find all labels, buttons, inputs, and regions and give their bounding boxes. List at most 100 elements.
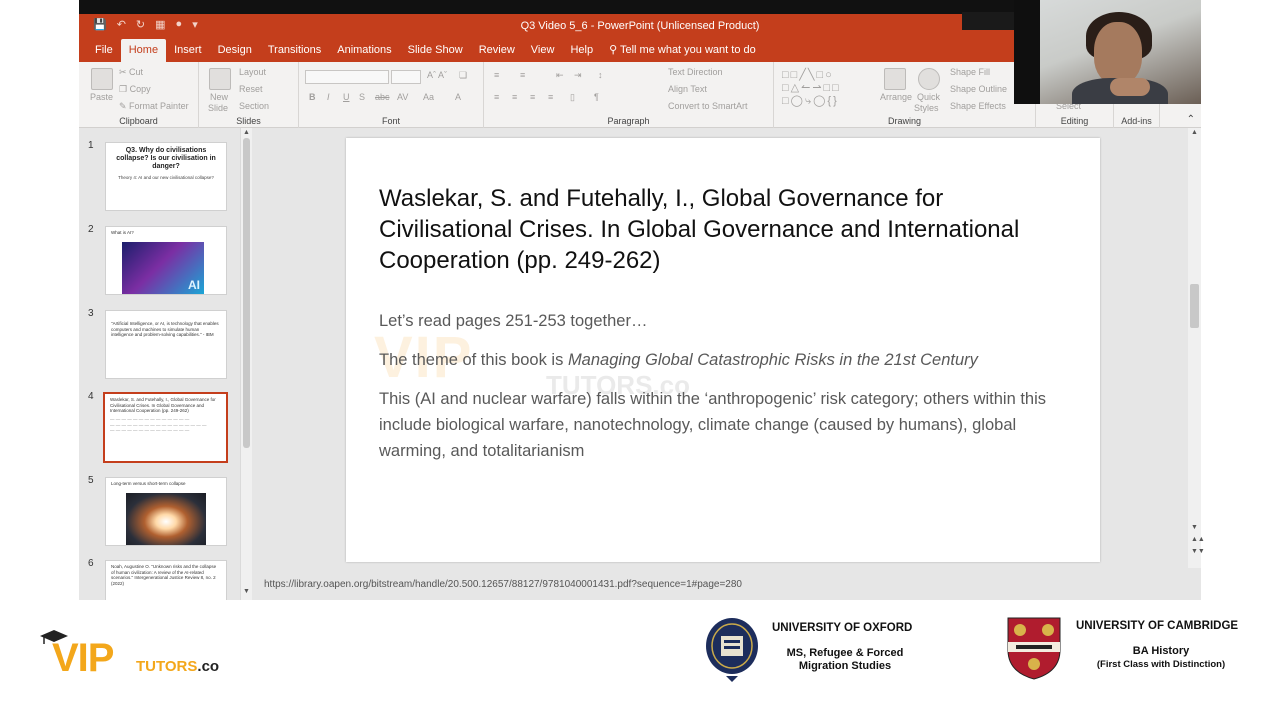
slide-thumbnail-6[interactable]: Noah, Augustine O. "Unknown risks and th… — [105, 560, 227, 600]
quick-styles-label-2[interactable]: Styles — [914, 103, 939, 113]
oxford-title: UNIVERSITY OF OXFORD — [772, 622, 913, 634]
tab-view[interactable]: View — [523, 44, 563, 62]
font-label: Font — [381, 116, 400, 126]
format-painter-label: Format Painter — [129, 101, 189, 111]
drawing-label: Drawing — [887, 116, 921, 126]
font-size-input[interactable] — [391, 70, 421, 84]
align-left-icon[interactable]: ≡ — [494, 92, 499, 102]
align-right-icon[interactable]: ≡ — [530, 92, 535, 102]
slide-paragraph-risk[interactable]: This (AI and nuclear warfare) falls with… — [379, 386, 1079, 464]
thumbnail-scrollbar[interactable]: ▲ ▼ — [240, 128, 252, 600]
arrange-button[interactable]: Arrange — [880, 92, 912, 102]
slide-thumbnail-1[interactable]: Q3. Why do civilisations collapse? Is ou… — [105, 142, 227, 211]
brush-icon: ✎ — [119, 101, 130, 111]
paragraph-label: Paragraph — [607, 116, 650, 126]
format-painter-button[interactable]: ✎ Format Painter — [119, 101, 189, 112]
tab-insert[interactable]: Insert — [166, 44, 210, 62]
shapes-gallery[interactable]: □□╱╲□○ □△↼⇀□□ □◯⤷◯{} — [782, 68, 841, 108]
tab-review[interactable]: Review — [471, 44, 523, 62]
justify-icon[interactable]: ≡ — [548, 92, 553, 102]
scroll-down-icon[interactable]: ▼ — [1191, 524, 1198, 531]
scroll-up-icon[interactable]: ▲ — [243, 129, 250, 136]
new-slide-label-1[interactable]: New — [210, 92, 228, 102]
collapse-ribbon-icon[interactable]: ⌃ — [1187, 114, 1195, 125]
reset-button[interactable]: Reset — [239, 84, 263, 94]
char-spacing-icon[interactable]: AV — [397, 92, 408, 102]
underline-icon[interactable]: U — [343, 92, 350, 102]
font-group: Aˆ Aˇ ❏ B I U S abc AV Aa A Font — [299, 62, 484, 128]
cut-label: Cut — [129, 67, 144, 77]
clear-format-icon[interactable]: ❏ — [459, 70, 467, 81]
new-slide-icon[interactable] — [209, 68, 231, 90]
webcam-strip — [962, 12, 1014, 30]
tab-animations[interactable]: Animations — [329, 44, 399, 62]
tab-home[interactable]: Home — [120, 39, 167, 62]
slide-thumbnail-2[interactable]: What is AI? AI — [105, 226, 227, 295]
line-spacing-icon[interactable]: ↕ — [598, 70, 603, 80]
book-title: Managing Global Catastrophic Risks in th… — [567, 351, 978, 369]
paste-icon[interactable] — [91, 68, 113, 90]
section-button[interactable]: Section — [239, 101, 269, 111]
decrease-indent-icon[interactable]: ⇤ — [556, 70, 564, 81]
text-direction-button[interactable]: Text Direction — [668, 67, 723, 77]
bullets-icon[interactable]: ≡ — [494, 70, 499, 80]
increase-indent-icon[interactable]: ⇥ — [574, 70, 582, 81]
tab-slide-show[interactable]: Slide Show — [400, 44, 471, 62]
tell-me-search[interactable]: ⚲ Tell me what you want to do — [601, 43, 764, 62]
new-slide-label-2[interactable]: Slide — [208, 103, 228, 113]
slide-thumbnail-5[interactable]: Long-term versus short-term collapse — [105, 477, 227, 546]
slide-thumbnail-4[interactable]: Waslekar, S. and Futehally, I., Global G… — [103, 392, 228, 463]
tab-file[interactable]: File — [87, 44, 121, 62]
slide-canvas[interactable]: VIP TUTORS.co Waslekar, S. and Futehally… — [346, 138, 1100, 562]
thumb-number: 6 — [88, 558, 94, 569]
slide-title[interactable]: Waslekar, S. and Futehally, I., Global G… — [379, 183, 1059, 276]
addins-label: Add-ins — [1121, 116, 1152, 126]
shape-fill-button[interactable]: Shape Fill — [950, 67, 990, 77]
paste-button[interactable]: Paste — [90, 92, 113, 102]
slide-line-theme[interactable]: The theme of this book is Managing Globa… — [379, 351, 978, 370]
shape-outline-button[interactable]: Shape Outline — [950, 84, 1007, 94]
vip-logo-text: TUTORS.co — [136, 658, 219, 675]
columns-icon[interactable]: ▯ — [570, 92, 575, 103]
layout-button[interactable]: Layout — [239, 67, 266, 77]
scrollbar-thumb[interactable] — [243, 138, 250, 448]
tab-design[interactable]: Design — [210, 44, 260, 62]
shadow-icon[interactable]: S — [359, 92, 365, 102]
cut-button[interactable]: ✂ Cut — [119, 67, 143, 78]
nuclear-explosion-image — [126, 493, 206, 545]
scrollbar-thumb[interactable] — [1190, 284, 1199, 328]
font-grow-icon[interactable]: Aˆ Aˇ — [427, 70, 447, 80]
oxford-crest-icon — [706, 618, 758, 682]
align-text-button[interactable]: Align Text — [668, 84, 707, 94]
tab-help[interactable]: Help — [562, 44, 601, 62]
scroll-down-icon[interactable]: ▼ — [243, 588, 250, 595]
change-case-icon[interactable]: Aa — [423, 92, 434, 102]
editing-label: Editing — [1060, 116, 1089, 126]
slide-scrollbar[interactable]: ▲ ▼ ▲▲ ▼▼ — [1188, 128, 1205, 568]
rtl-icon[interactable]: ¶ — [594, 92, 599, 102]
font-color-icon[interactable]: A — [455, 92, 461, 102]
slides-group: New Slide Layout Reset Section Slides — [199, 62, 299, 128]
next-slide-icon[interactable]: ▼▼ — [1191, 548, 1205, 555]
convert-smartart-button[interactable]: Convert to SmartArt — [668, 101, 748, 111]
copy-button[interactable]: ❐ Copy — [119, 84, 151, 95]
align-center-icon[interactable]: ≡ — [512, 92, 517, 102]
slide-thumbnail-3[interactable]: "Artificial Intelligence, or AI, is tech… — [105, 310, 227, 379]
numbering-icon[interactable]: ≡ — [520, 70, 525, 80]
shape-effects-button[interactable]: Shape Effects — [950, 101, 1006, 111]
quick-styles-icon[interactable] — [918, 68, 940, 90]
previous-slide-icon[interactable]: ▲▲ — [1191, 536, 1205, 543]
quick-styles-label-1[interactable]: Quick — [917, 92, 940, 102]
bold-icon[interactable]: B — [309, 92, 316, 102]
scroll-up-icon[interactable]: ▲ — [1191, 129, 1198, 136]
slide-line-read-pages[interactable]: Let’s read pages 251-253 together… — [379, 312, 647, 331]
tab-transitions[interactable]: Transitions — [260, 44, 329, 62]
strikethrough-icon[interactable]: abc — [375, 92, 390, 102]
font-name-input[interactable] — [305, 70, 389, 84]
arrange-icon[interactable] — [884, 68, 906, 90]
italic-icon[interactable]: I — [327, 92, 330, 102]
clipboard-group: Paste ✂ Cut ❐ Copy ✎ Format Painter Clip… — [79, 62, 199, 128]
slides-label: Slides — [236, 116, 261, 126]
vip-logo-co: .co — [197, 658, 220, 675]
thumb-number: 5 — [88, 475, 94, 486]
